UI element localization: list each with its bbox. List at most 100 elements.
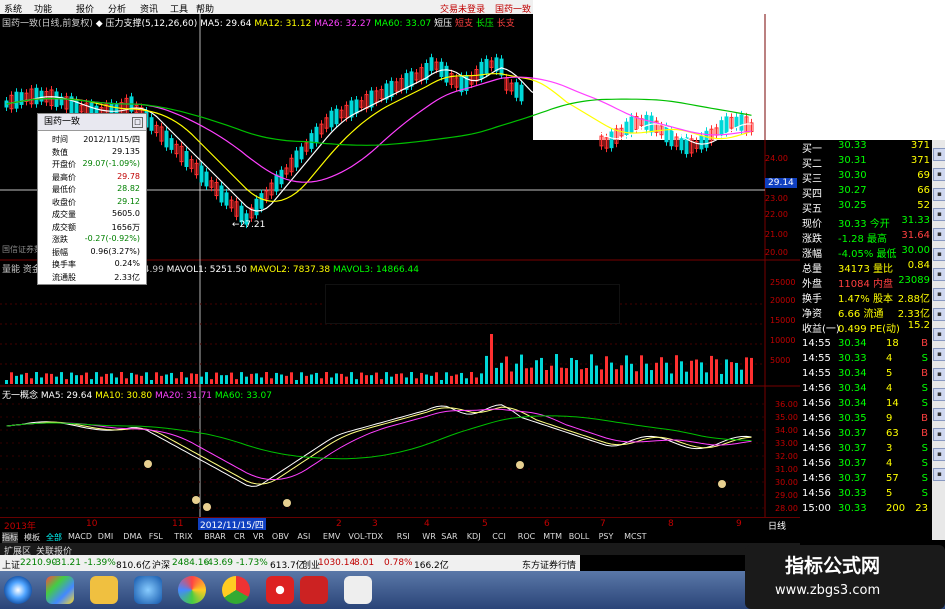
indicator-tab[interactable]: PSY: [599, 532, 614, 541]
quote-row: 买四 30.27 66: [800, 185, 932, 200]
toolbar-icon[interactable]: ▪: [933, 148, 945, 161]
ind-tick-7: 29.00: [775, 491, 798, 500]
volume-bar: [290, 372, 293, 384]
tick-time: 14:56: [802, 413, 831, 424]
toolbar-icon[interactable]: ▪: [933, 328, 945, 341]
volume-bar: [280, 374, 283, 384]
close-icon[interactable]: □: [132, 117, 143, 128]
popup-value: 1656万: [111, 222, 140, 232]
quote-value: 30.30: [838, 170, 867, 181]
quote-row: 买三 30.30 69: [800, 170, 932, 185]
volume-bar: [670, 373, 673, 384]
tick-row: 14:55 30.34 5 B: [800, 368, 932, 382]
quote-value2: 371: [910, 155, 930, 166]
market-status-bar: 上证 2210.90 -31.21 -1.39% 810.6亿 沪深 2484.16 -43.…: [0, 555, 580, 584]
candle-body: [19, 92, 24, 105]
ie-icon[interactable]: [134, 576, 162, 604]
x-label-5: 3: [372, 519, 378, 529]
player-icon[interactable]: [266, 576, 294, 604]
windows-icon[interactable]: [46, 576, 74, 604]
indicator-tab[interactable]: EMV: [323, 532, 340, 541]
toolbar-icon[interactable]: ▪: [933, 348, 945, 361]
indicator-tab[interactable]: VR: [253, 532, 264, 541]
volume-bar: [725, 359, 728, 384]
app-icon[interactable]: [178, 576, 206, 604]
black-overlay: [325, 284, 620, 324]
toolbar-icon[interactable]: ▪: [933, 288, 945, 301]
indicator-tab[interactable]: 模板: [24, 532, 40, 543]
indicator-tab[interactable]: 全部: [46, 532, 62, 543]
volume-bar: [185, 377, 188, 384]
x-label-6: 4: [424, 519, 430, 529]
indicator-tab[interactable]: ROC: [518, 532, 535, 541]
toolbar-icon[interactable]: ▪: [933, 428, 945, 441]
quote-value: -4.05% 最低: [838, 249, 897, 260]
popup-key: 成交额: [52, 222, 76, 232]
indicator-tab[interactable]: FSL: [149, 532, 163, 541]
toolbar-icon[interactable]: ▪: [933, 468, 945, 481]
toolbar-icon[interactable]: ▪: [933, 268, 945, 281]
volume-bar: [610, 362, 613, 384]
toolbar-icon[interactable]: ▪: [933, 368, 945, 381]
volume-bar: [420, 372, 423, 384]
volume-bar: [380, 379, 383, 384]
indicator-tab[interactable]: BRAR: [204, 532, 226, 541]
tick-price: 30.37: [838, 473, 867, 484]
indicator-tab[interactable]: CR: [234, 532, 245, 541]
indicator-tab[interactable]: MACD: [68, 532, 92, 541]
popup-key: 流通股: [52, 272, 76, 282]
indicator-tab[interactable]: 指标: [2, 532, 18, 543]
candle-body: [739, 114, 744, 131]
indicator-tab[interactable]: VOL-TDX: [348, 532, 383, 541]
indicator-tab[interactable]: MCST: [624, 532, 646, 541]
volume-bar: [205, 372, 208, 384]
toolbar-icon[interactable]: ▪: [933, 228, 945, 241]
indicator-tab[interactable]: DMA: [123, 532, 142, 541]
ma12-label: MA12: 31.12: [254, 19, 312, 29]
watermark-title: 指标公式网: [785, 555, 881, 577]
side-toolbar[interactable]: ▪ ▪ ▪ ▪ ▪ ▪ ▪ ▪ ▪ ▪ ▪ ▪ ▪ ▪ ▪ ▪ ▪: [932, 140, 945, 540]
quote-row: 涨幅 -4.05% 最低 30.00: [800, 245, 932, 260]
start-orb-icon[interactable]: [4, 576, 32, 604]
toolbar-icon[interactable]: ▪: [933, 168, 945, 181]
indicator-tab[interactable]: DMI: [98, 532, 113, 541]
volume-bar: [140, 375, 143, 384]
candle-body: [409, 71, 414, 87]
popup-value: 5605.0: [112, 209, 140, 218]
indicator-tab[interactable]: WR: [422, 532, 435, 541]
indicator-tab[interactable]: ASI: [297, 532, 310, 541]
indicator-tab[interactable]: CCI: [492, 532, 506, 541]
toolbar-icon[interactable]: ▪: [933, 448, 945, 461]
bar-info-popup[interactable]: 国药一致 □ 时间 2012/11/15/四 数值 29.135 开盘价 29.07(-1…: [37, 113, 147, 285]
folder-icon[interactable]: [90, 576, 118, 604]
paint-icon[interactable]: [344, 576, 372, 604]
toolbar-icon[interactable]: ▪: [933, 248, 945, 261]
candle-body: [429, 57, 434, 71]
toolbar-icon[interactable]: ▪: [933, 408, 945, 421]
stock-app-icon[interactable]: [300, 576, 328, 604]
volume-bar: [25, 372, 28, 384]
signal-marker: [718, 480, 726, 488]
candle-body: [224, 192, 229, 206]
chrome-icon[interactable]: [222, 576, 250, 604]
toolbar-icon[interactable]: ▪: [933, 388, 945, 401]
indicator-header: 无一概念 MA5: 29.64 MA10: 30.80 MA20: 31.71 …: [2, 388, 272, 401]
indicator-tab[interactable]: RSI: [397, 532, 410, 541]
tick-row: 15:00 30.33 200 23: [800, 503, 932, 517]
indicator-tab[interactable]: SAR: [441, 532, 457, 541]
toolbar-icon[interactable]: ▪: [933, 308, 945, 321]
toolbar-icon[interactable]: ▪: [933, 208, 945, 221]
candle-body: [164, 130, 169, 148]
volume-bar: [655, 362, 658, 384]
quote-key: 买三: [802, 174, 822, 185]
indicator-tab[interactable]: TRIX: [174, 532, 192, 541]
indicator-tab[interactable]: MTM: [543, 532, 562, 541]
volume-bar: [535, 360, 538, 384]
indicator-tab[interactable]: KDJ: [467, 532, 481, 541]
quote-row: 换手 1.47% 股本 2.88亿: [800, 290, 932, 305]
toolbar-icon[interactable]: ▪: [933, 188, 945, 201]
popup-row: 涨跌 -0.27(-0.92%): [38, 234, 142, 245]
indicator-tab[interactable]: BOLL: [569, 532, 590, 541]
indicator-tab[interactable]: OBV: [272, 532, 289, 541]
candle-body: [734, 116, 739, 128]
